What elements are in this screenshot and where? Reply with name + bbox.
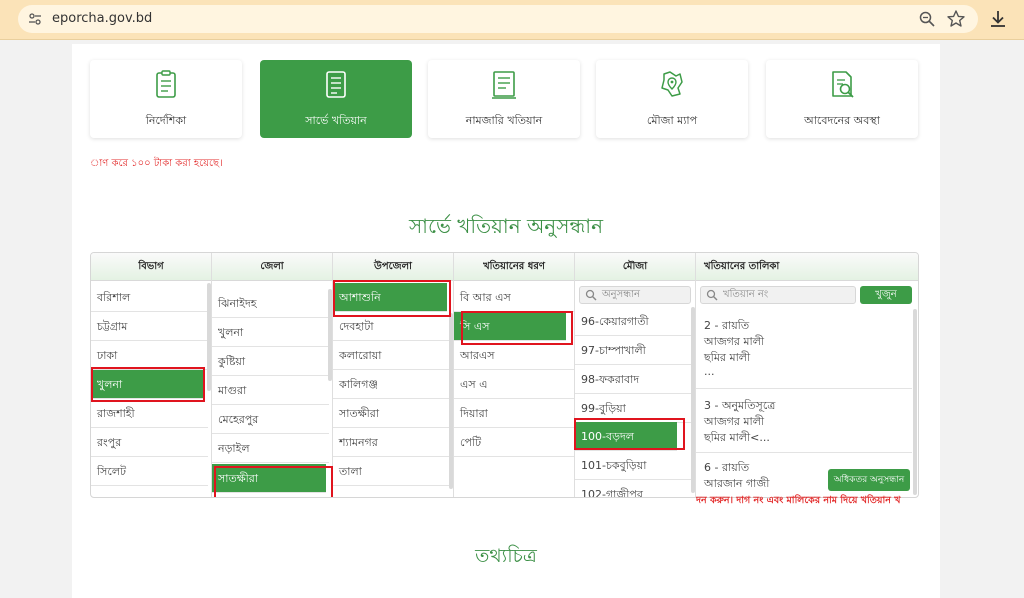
map-icon — [661, 71, 683, 97]
khatian-search-button[interactable]: খুজুন — [860, 286, 912, 304]
upazila-item[interactable]: সাতক্ষীরা — [333, 399, 450, 428]
search-instructions: দন করুন। দাগ নং এবং মালিকের নাম দিয়ে খত… — [696, 495, 901, 506]
nav-card-guide[interactable]: নির্দেশিকা — [90, 60, 242, 138]
search-icon — [706, 289, 718, 301]
nav-card-survey-khatian[interactable]: সার্ভে খতিয়ান — [260, 60, 412, 138]
district-item-selected[interactable]: সাতক্ষীরা — [212, 464, 326, 493]
site-settings-icon[interactable] — [28, 12, 42, 26]
nav-card-label: মৌজা ম্যাপ — [646, 114, 698, 127]
division-item[interactable]: বরিশাল — [91, 283, 208, 312]
district-column: জেলা ঝিনাইদহ খুলনা কুষ্টিয়া মাগুরা মেহে… — [212, 253, 333, 497]
khatian-type-item[interactable]: আরএস — [454, 341, 574, 370]
upazila-item[interactable]: শ্যামনগর — [333, 428, 450, 457]
zoom-icon[interactable] — [918, 10, 936, 28]
mouza-item[interactable]: 99-বুড়িয়া — [575, 394, 692, 423]
district-item[interactable]: মেহেরপুর — [212, 405, 329, 434]
district-scrollbar[interactable] — [328, 289, 332, 381]
khatian-number-placeholder: খতিয়ান নং — [723, 289, 769, 300]
nav-card-application-status[interactable]: আবেদনের অবস্থা — [766, 60, 918, 138]
application-status-icon — [832, 71, 854, 98]
upazila-item[interactable]: দেবহাটা — [333, 312, 450, 341]
khatian-type-column: খতিয়ানের ধরণ বি আর এস সি এস আরএস এস এ দ… — [454, 253, 575, 497]
division-column: বিভাগ বরিশাল চট্টগ্রাম ঢাকা খুলনা রাজশাহ… — [91, 253, 212, 497]
browser-toolbar: eporcha.gov.bd — [0, 0, 1024, 40]
survey-khatian-icon — [326, 71, 346, 98]
district-item[interactable]: মাগুরা — [212, 376, 329, 405]
khatian-type-item-selected[interactable]: সি এস — [454, 312, 566, 341]
district-header: জেলা — [212, 253, 332, 281]
advanced-search-button[interactable]: অধিকতর অনুসন্ধান — [828, 469, 910, 491]
nav-card-label: নির্দেশিকা — [145, 114, 187, 127]
district-item[interactable]: খুলনা — [212, 318, 329, 347]
url-text[interactable]: eporcha.gov.bd — [52, 11, 152, 26]
khatian-list-scrollbar[interactable] — [913, 309, 917, 495]
mouza-scrollbar[interactable] — [691, 307, 695, 493]
khatian-entry[interactable]: 2 - রায়তি আজগর মালী ছমির মালী ... — [696, 309, 912, 389]
mouza-item[interactable]: 102-গাজীপুর — [575, 480, 692, 497]
division-scrollbar[interactable] — [207, 283, 211, 391]
download-icon[interactable] — [988, 9, 1008, 29]
mouza-item[interactable]: 98-ফকরাবাদ — [575, 365, 692, 394]
nav-card-namjari-khatian[interactable]: নামজারি খতিয়ান — [428, 60, 580, 138]
division-header: বিভাগ — [91, 253, 211, 281]
infographic-title: তথ্যচিত্র — [475, 545, 537, 567]
khatian-number-input[interactable]: খতিয়ান নং — [700, 286, 856, 304]
division-item[interactable]: রংপুর — [91, 428, 208, 457]
namjari-khatian-icon — [492, 71, 516, 99]
mouza-item[interactable]: 101-চকবুড়িয়া — [575, 451, 692, 480]
division-item[interactable]: সিলেট — [91, 457, 208, 486]
khatian-search-panel: বিভাগ বরিশাল চট্টগ্রাম ঢাকা খুলনা রাজশাহ… — [90, 252, 919, 498]
nav-card-label: সার্ভে খতিয়ান — [305, 114, 367, 127]
nav-card-label: আবেদনের অবস্থা — [804, 114, 880, 127]
khatian-type-item[interactable]: পেটি — [454, 428, 574, 457]
search-icon — [585, 289, 597, 301]
upazila-scrollbar[interactable] — [449, 313, 453, 489]
upazila-header: উপজেলা — [333, 253, 453, 281]
upazila-item[interactable]: তালা — [333, 457, 450, 486]
mouza-search-input[interactable]: অনুসন্ধান — [579, 286, 691, 304]
division-item[interactable]: চট্টগ্রাম — [91, 312, 208, 341]
mouza-header: মৌজা — [575, 253, 695, 281]
mouza-search-placeholder: অনুসন্ধান — [602, 289, 641, 300]
khatian-type-item[interactable]: বি আর এস — [454, 283, 574, 312]
division-item[interactable]: রাজশাহী — [91, 399, 208, 428]
bookmark-star-icon[interactable] — [946, 9, 966, 29]
mouza-item-selected[interactable]: 100-বড়দল — [575, 422, 677, 451]
fee-notice: াণ করে ১০০ টাকা করা হয়েছে। — [90, 158, 223, 169]
section-title: সার্ভে খতিয়ান অনুসন্ধান — [408, 214, 604, 238]
district-item[interactable]: নড়াইল — [212, 434, 329, 463]
khatian-type-item[interactable]: এস এ — [454, 370, 574, 399]
khatian-type-item[interactable]: দিয়ারা — [454, 399, 574, 428]
address-bar[interactable]: eporcha.gov.bd — [18, 5, 978, 33]
guide-icon — [156, 70, 176, 98]
page-content: নির্দেশিকা সার্ভে খতিয়ান নামজারি খতিয়া… — [72, 44, 940, 598]
khatian-entry[interactable]: 3 - অনুমতিসূত্রে আজগর মালী ছমির মালী<... — [696, 389, 912, 453]
khatian-entry-owner: আরজান গাজী — [704, 477, 770, 490]
division-item[interactable]: ঢাকা — [91, 341, 208, 370]
upazila-column: উপজেলা আশাশুনি দেবহাটা কলারোয়া কালিগঞ্জ… — [333, 253, 454, 497]
mouza-item[interactable]: 96-কেয়ারগাতী — [575, 307, 692, 336]
district-item[interactable]: ঝিনাইদহ — [212, 289, 329, 318]
upazila-item[interactable]: কলারোয়া — [333, 341, 450, 370]
khatian-list-header: খতিয়ানের তালিকা — [696, 253, 918, 281]
khatian-list-column: খতিয়ানের তালিকা খতিয়ান নং খুজুন 2 - রা… — [696, 253, 918, 497]
khatian-entry-owner: ছমির মালী<... — [704, 431, 770, 444]
division-item-selected[interactable]: খুলনা — [91, 370, 205, 399]
khatian-entry-more: ... — [704, 365, 715, 378]
mouza-column: মৌজা অনুসন্ধান 96-কেয়ারগাতী 97-চাম্পাখা… — [575, 253, 696, 497]
upazila-item[interactable]: কালিগঞ্জ — [333, 370, 450, 399]
khatian-type-header: খতিয়ানের ধরণ — [454, 253, 574, 281]
mouza-item[interactable]: 97-চাম্পাখালী — [575, 336, 692, 365]
nav-card-label: নামজারি খতিয়ান — [465, 114, 543, 127]
district-item[interactable]: কুষ্টিয়া — [212, 347, 329, 376]
nav-card-mouza-map[interactable]: মৌজা ম্যাপ — [596, 60, 748, 138]
upazila-item-selected[interactable]: আশাশুনি — [333, 283, 447, 312]
